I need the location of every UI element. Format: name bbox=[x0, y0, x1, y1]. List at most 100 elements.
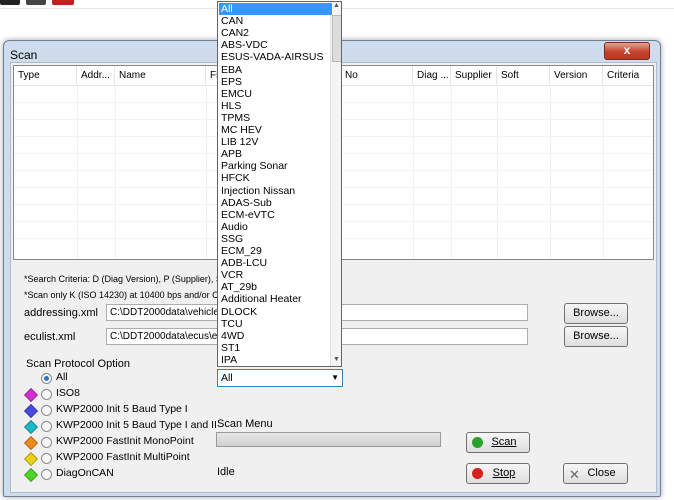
grid-line bbox=[206, 85, 207, 259]
diamond-icon bbox=[23, 467, 39, 483]
chevron-down-icon[interactable]: ▼ bbox=[331, 370, 339, 386]
dropdown-option[interactable]: Injection Nissan bbox=[219, 185, 332, 197]
grid-line bbox=[413, 85, 414, 259]
column-header-type[interactable]: Type bbox=[14, 66, 77, 85]
dropdown-option[interactable]: CAN2 bbox=[219, 27, 332, 39]
stop-button-label: Stop bbox=[492, 467, 516, 479]
dropdown-option[interactable]: All bbox=[219, 3, 332, 15]
window-close-button[interactable]: x bbox=[604, 42, 650, 60]
dropdown-option[interactable]: Additional Heater bbox=[219, 293, 332, 305]
stop-icon bbox=[472, 468, 483, 479]
column-header-criteria[interactable]: Criteria bbox=[603, 66, 653, 85]
protocol-option-label: ISO8 bbox=[56, 387, 80, 399]
diamond-icon bbox=[23, 403, 39, 419]
status-label: Idle bbox=[217, 466, 235, 478]
background-toolbar-button bbox=[0, 0, 20, 5]
grid-line bbox=[115, 85, 116, 259]
window-title: Scan bbox=[10, 48, 38, 62]
radio-icon[interactable] bbox=[41, 469, 52, 480]
grid-line bbox=[77, 85, 78, 259]
close-button-label: Close bbox=[587, 467, 616, 479]
protocol-option-label: DiagOnCAN bbox=[56, 467, 114, 479]
protocol-option-label: KWP2000 Init 5 Baud Type I and II bbox=[56, 419, 217, 431]
dropdown-option[interactable]: TPMS bbox=[219, 112, 332, 124]
radio-icon[interactable] bbox=[41, 405, 52, 416]
dropdown-option[interactable]: Parking Sonar bbox=[219, 160, 332, 172]
dropdown-option[interactable]: LIB 12V bbox=[219, 136, 332, 148]
diamond-icon bbox=[23, 387, 39, 403]
background-toolbar-button bbox=[52, 0, 74, 5]
protocol-option-label: KWP2000 Init 5 Baud Type I bbox=[56, 403, 188, 415]
column-header-number[interactable]: No bbox=[341, 66, 413, 85]
scan-button-label: Scan bbox=[491, 436, 517, 448]
column-header-diag-version[interactable]: Diag ... bbox=[413, 66, 451, 85]
browse-eculist-button[interactable]: Browse... bbox=[564, 326, 628, 347]
dropdown-option[interactable]: DLOCK bbox=[219, 306, 332, 318]
dropdown-option[interactable]: VCR bbox=[219, 269, 332, 281]
background-toolbar-button bbox=[26, 0, 46, 5]
browse-addressing-button[interactable]: Browse... bbox=[564, 303, 628, 324]
radio-icon[interactable] bbox=[41, 453, 52, 464]
radio-icon[interactable] bbox=[41, 373, 52, 384]
radio-icon[interactable] bbox=[41, 421, 52, 432]
scan-progress-bar bbox=[216, 432, 441, 447]
protocol-option-all[interactable]: All bbox=[26, 371, 216, 386]
dropdown-option[interactable]: APB bbox=[219, 148, 332, 160]
protocol-option-label: KWP2000 FastInit MonoPoint bbox=[56, 435, 194, 447]
dropdown-option[interactable]: EMCU bbox=[219, 88, 332, 100]
ecu-filter-dropdown-list[interactable]: ▲ ▼ All CAN CAN2 ABS-VDC ESUS-VADA-AIRSUS EBA… bbox=[217, 1, 342, 367]
protocol-option-diagoncan[interactable]: DiagOnCAN bbox=[23, 467, 216, 483]
dropdown-option[interactable]: ECM-eVTC bbox=[219, 209, 332, 221]
ecu-filter-combobox[interactable]: All ▼ bbox=[217, 369, 343, 387]
scrollbar-thumb[interactable] bbox=[332, 15, 341, 62]
dropdown-option[interactable]: ST1 bbox=[219, 342, 332, 354]
protocol-option-kwp-fastinit-mono[interactable]: KWP2000 FastInit MonoPoint bbox=[23, 435, 216, 451]
dropdown-option[interactable]: TCU bbox=[219, 318, 332, 330]
column-header-version[interactable]: Version bbox=[550, 66, 603, 85]
play-icon bbox=[472, 437, 483, 448]
dropdown-option[interactable]: ESUS-VADA-AIRSUS bbox=[219, 51, 332, 63]
protocol-option-iso8[interactable]: ISO8 bbox=[23, 387, 216, 403]
dropdown-option[interactable]: ADAS-Sub bbox=[219, 197, 332, 209]
column-header-soft[interactable]: Soft bbox=[497, 66, 550, 85]
dropdown-option[interactable]: SSG bbox=[219, 233, 332, 245]
dropdown-option[interactable]: ECM_29 bbox=[219, 245, 332, 257]
stop-button[interactable]: Stop bbox=[466, 463, 530, 484]
protocol-option-label: KWP2000 FastInit MultiPoint bbox=[56, 451, 190, 463]
dropdown-option[interactable]: HFCK bbox=[219, 172, 332, 184]
grid-line bbox=[550, 85, 551, 259]
dropdown-option[interactable]: MC HEV bbox=[219, 124, 332, 136]
protocol-option-kwp-fastinit-multi[interactable]: KWP2000 FastInit MultiPoint bbox=[23, 451, 216, 467]
dropdown-option[interactable]: ABS-VDC bbox=[219, 39, 332, 51]
radio-icon[interactable] bbox=[41, 437, 52, 448]
column-header-name[interactable]: Name bbox=[115, 66, 206, 85]
dropdown-option[interactable]: EPS bbox=[219, 76, 332, 88]
diamond-icon bbox=[23, 451, 39, 467]
scroll-up-icon[interactable]: ▲ bbox=[333, 2, 340, 9]
protocol-option-kwp-5baud-1[interactable]: KWP2000 Init 5 Baud Type I bbox=[23, 403, 216, 419]
scan-only-note: *Scan only K (ISO 14230) at 10400 bps an… bbox=[24, 290, 240, 300]
protocol-option-label: All bbox=[56, 371, 68, 383]
radio-icon[interactable] bbox=[41, 389, 52, 400]
grid-line bbox=[497, 85, 498, 259]
dropdown-option[interactable]: IPA bbox=[219, 354, 332, 366]
scroll-down-icon[interactable]: ▼ bbox=[333, 356, 340, 363]
close-button[interactable]: ✕ Close bbox=[563, 463, 628, 484]
addressing-label: addressing.xml bbox=[24, 307, 98, 319]
dropdown-option[interactable]: 4WD bbox=[219, 330, 332, 342]
grid-line bbox=[603, 85, 604, 259]
scan-button[interactable]: Scan bbox=[466, 432, 530, 453]
dropdown-option[interactable]: CAN bbox=[219, 15, 332, 27]
dropdown-option[interactable]: Audio bbox=[219, 221, 332, 233]
dropdown-option[interactable]: EBA bbox=[219, 64, 332, 76]
dropdown-option[interactable]: ADB-LCU bbox=[219, 257, 332, 269]
column-header-supplier[interactable]: Supplier bbox=[451, 66, 497, 85]
search-criteria-note: *Search Criteria: D (Diag Version), P (S… bbox=[24, 274, 239, 284]
dropdown-option[interactable]: AT_29b bbox=[219, 281, 332, 293]
dropdown-option[interactable]: HLS bbox=[219, 100, 332, 112]
column-header-address[interactable]: Addr... bbox=[77, 66, 115, 85]
diamond-icon bbox=[23, 419, 39, 435]
protocol-option-kwp-5baud-1-2[interactable]: KWP2000 Init 5 Baud Type I and II bbox=[23, 419, 217, 435]
combobox-selected-value: All bbox=[221, 372, 233, 384]
scan-menu-label: Scan Menu bbox=[217, 418, 273, 430]
